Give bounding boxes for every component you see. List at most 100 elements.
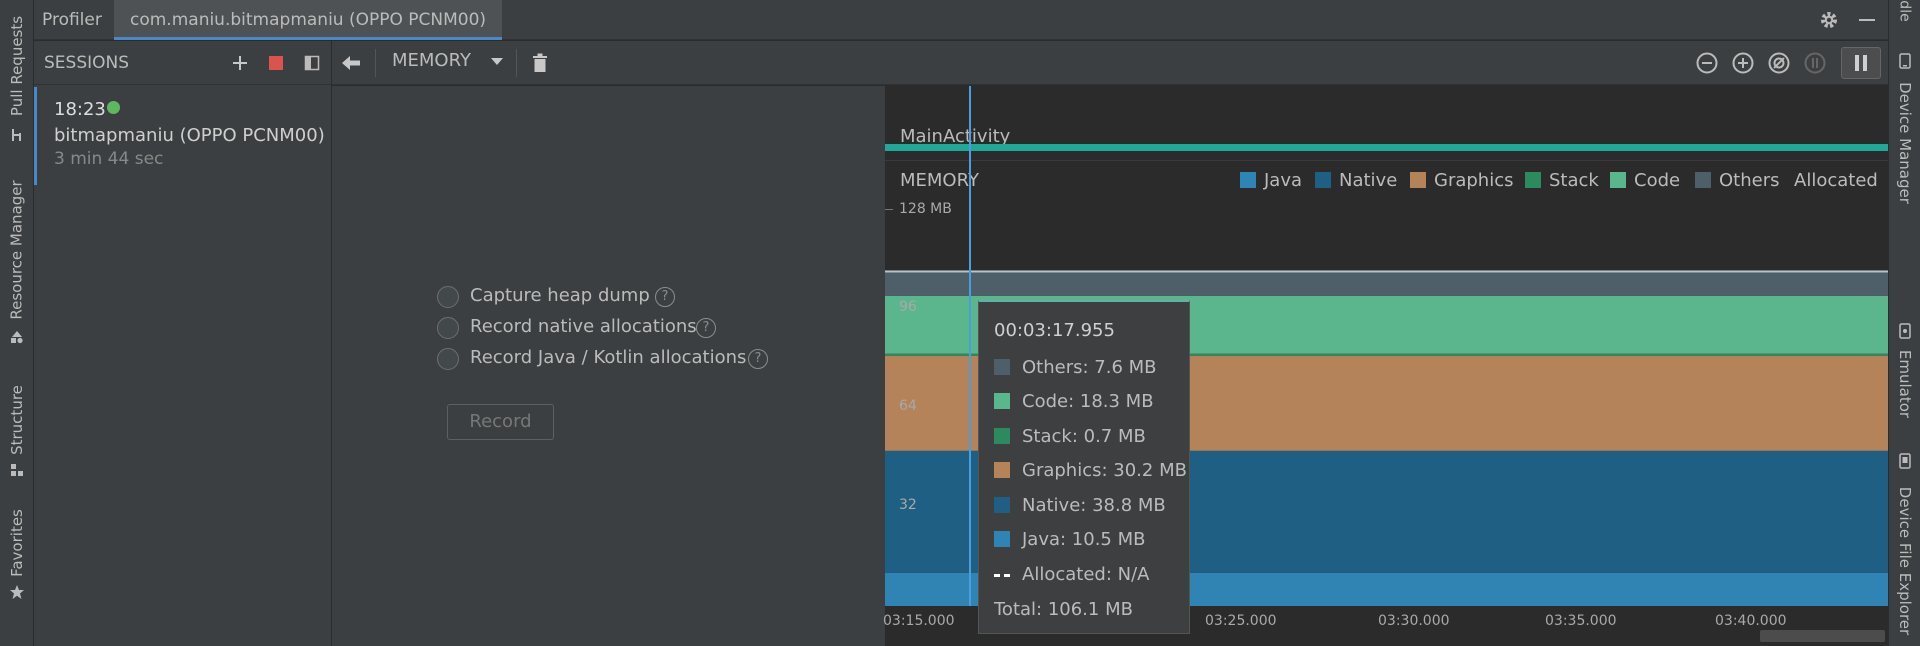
gear-icon[interactable] — [1818, 9, 1840, 31]
tooltip-swatch — [994, 359, 1010, 375]
tooltip-row-code: Code: 18.3 MB — [994, 391, 1154, 412]
tooltip-row-java: Java: 10.5 MB — [994, 529, 1146, 550]
x-tick-label: 03:35.000 — [1545, 613, 1617, 629]
legend-swatch — [1410, 172, 1426, 188]
back-arrow-icon[interactable] — [340, 52, 362, 74]
resource-manager-label: Resource Manager — [8, 180, 26, 320]
tooltip-label: Stack: 0.7 MB — [1022, 426, 1146, 447]
resource-manager-tab[interactable]: Resource Manager — [0, 180, 34, 320]
reset-zoom-icon[interactable] — [1767, 51, 1791, 75]
stop-session-icon[interactable] — [266, 53, 286, 73]
collapse-panel-icon[interactable] — [302, 53, 322, 73]
session-list-item[interactable]: 18:23 bitmapmaniu (OPPO PCNM00) 3 min 44… — [34, 87, 331, 185]
tooltip-swatch — [994, 531, 1010, 547]
toolbar-divider — [516, 49, 517, 77]
right-top-tab[interactable]: dle — [1889, 0, 1920, 22]
memory-chart-title: MEMORY — [900, 170, 979, 191]
zoom-in-icon[interactable] — [1731, 51, 1755, 75]
structure-label: Structure — [8, 385, 26, 455]
profiler-select[interactable]: MEMORY — [392, 50, 471, 71]
legend-label: Graphics — [1434, 170, 1514, 191]
legend-label: Native — [1339, 170, 1398, 191]
toolbar-divider — [375, 49, 376, 77]
y-tick-32: 32 — [899, 497, 917, 513]
record-java-kotlin-label: Record Java / Kotlin allocations — [470, 347, 747, 368]
tooltip-swatch — [994, 497, 1010, 513]
legend-swatch — [1695, 172, 1711, 188]
structure-tab[interactable]: Structure — [0, 380, 34, 460]
tool-window-header: Profiler com.maniu.bitmapmaniu (OPPO PCN… — [34, 0, 1888, 40]
profiler-toolbar: MEMORY — [332, 41, 1888, 85]
star-icon — [0, 584, 34, 600]
record-native-radio[interactable] — [437, 317, 459, 339]
trash-icon[interactable] — [530, 52, 550, 74]
legend-label: Others — [1719, 170, 1780, 191]
device-manager-icon — [1889, 52, 1920, 70]
resource-manager-icon — [0, 329, 34, 345]
legend-allocated: Allocated — [1794, 170, 1878, 191]
legend-stack: Stack — [1525, 170, 1599, 191]
structure-icon — [0, 462, 34, 478]
tooltip-time: 00:03:17.955 — [994, 320, 1115, 341]
pull-requests-label: Pull Requests — [8, 15, 27, 116]
tooltip-total: Total: 106.1 MB — [994, 599, 1133, 620]
capture-options-pane: Capture heap dump ? Record native alloca… — [332, 86, 885, 646]
legend-swatch — [1240, 172, 1256, 188]
memory-band-others — [885, 271, 1888, 296]
tooltip-row-graphics: Graphics: 30.2 MB — [994, 460, 1187, 481]
help-icon[interactable]: ? — [655, 287, 675, 307]
legend-java: Java — [1240, 170, 1302, 191]
device-manager-label: Device Manager — [1896, 81, 1915, 204]
pause-button[interactable] — [1841, 47, 1881, 79]
add-session-icon[interactable] — [230, 53, 250, 73]
legend-swatch — [1315, 172, 1331, 188]
minimize-icon[interactable] — [1856, 9, 1878, 31]
chevron-down-icon[interactable] — [490, 55, 504, 69]
profiler-window: Pull Requests Resource Manager Structure… — [0, 0, 1920, 646]
timeline-scrollbar[interactable] — [1760, 630, 1885, 642]
help-icon[interactable]: ? — [696, 318, 716, 338]
x-tick-label: 03:25.000 — [1205, 613, 1277, 629]
device-manager-tab[interactable]: Device Manager — [1889, 80, 1920, 205]
right-tool-strip: dle Device Manager Emulator Device File … — [1888, 0, 1920, 646]
y-tick-96: 96 — [899, 299, 917, 315]
tooltip-swatch — [994, 428, 1010, 444]
session-tab[interactable]: com.maniu.bitmapmaniu (OPPO PCNM00) — [114, 0, 503, 40]
tooltip-label: Allocated: N/A — [1022, 564, 1150, 585]
pull-requests-tab[interactable]: Pull Requests — [0, 8, 34, 123]
device-file-explorer-tab[interactable]: Device File Explorer — [1889, 478, 1920, 643]
tooltip-label: Native: 38.8 MB — [1022, 495, 1166, 516]
tooltip-label: Others: 7.6 MB — [1022, 357, 1157, 378]
legend-label: Allocated — [1794, 170, 1878, 191]
session-time: 18:23 — [54, 99, 106, 120]
favorites-tab[interactable]: Favorites — [0, 505, 34, 580]
y-tick-mark — [885, 209, 893, 210]
activity-bar[interactable] — [885, 144, 1888, 151]
sessions-header: SESSIONS — [34, 41, 331, 85]
record-native-label: Record native allocations — [470, 316, 697, 337]
tooltip-row-stack: Stack: 0.7 MB — [994, 426, 1146, 447]
legend-graphics: Graphics — [1410, 170, 1514, 191]
emulator-label: Emulator — [1896, 349, 1914, 419]
memory-tooltip: 00:03:17.955 Others: 7.6 MB Code: 18.3 M… — [978, 300, 1190, 634]
x-tick-label: 03:15.000 — [883, 613, 955, 629]
x-tick-label: 03:30.000 — [1378, 613, 1450, 629]
tooltip-swatch — [994, 462, 1010, 478]
help-icon[interactable]: ? — [748, 349, 768, 369]
capture-heap-dump-radio[interactable] — [437, 286, 459, 308]
y-tick-64: 64 — [899, 398, 917, 414]
legend-swatch — [1610, 172, 1626, 188]
tooltip-row-allocated: Allocated: N/A — [994, 564, 1149, 585]
tooltip-row-others: Others: 7.6 MB — [994, 357, 1157, 378]
device-file-explorer-label: Device File Explorer — [1896, 486, 1915, 635]
zoom-out-icon[interactable] — [1695, 51, 1719, 75]
pull-request-icon — [0, 128, 34, 142]
sessions-title: SESSIONS — [44, 53, 130, 73]
timeline-cursor[interactable] — [969, 86, 971, 606]
record-java-kotlin-radio[interactable] — [437, 348, 459, 370]
legend-swatch — [1525, 172, 1541, 188]
record-button: Record — [447, 404, 554, 440]
tooltip-label: Code: 18.3 MB — [1022, 391, 1154, 412]
left-tool-strip: Pull Requests Resource Manager Structure… — [0, 0, 34, 646]
emulator-tab[interactable]: Emulator — [1889, 350, 1920, 418]
